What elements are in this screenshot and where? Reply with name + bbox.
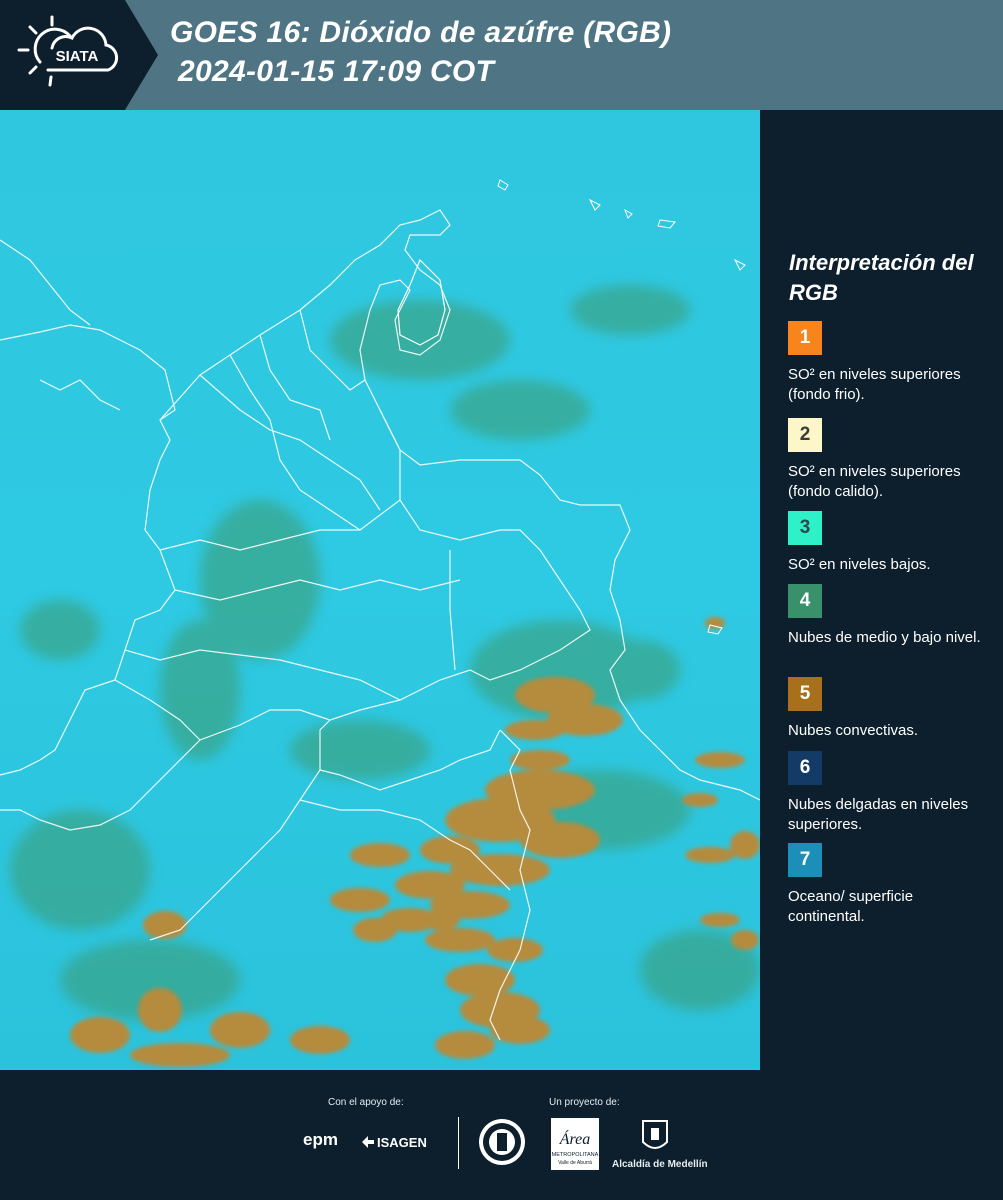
legend-swatch-2: 2 (788, 418, 822, 452)
gobernacion-seal (477, 1117, 527, 1172)
legend-item-5: 5 Nubes convectivas. (788, 677, 988, 741)
isagen-logo: ISAGEN (360, 1132, 440, 1157)
isagen-icon (362, 1136, 374, 1148)
legend-item-6: 6 Nubes delgadas en niveles superiores. (788, 751, 988, 835)
legend-item-7: 7 Oceano/ superficie continental. (788, 843, 988, 927)
legend-label-7: Oceano/ superficie continental. (788, 888, 914, 925)
legend-label-3: SO² en niveles bajos. (788, 556, 931, 573)
legend-label-4: Nubes de medio y bajo nivel. (788, 629, 981, 646)
header-bar: SIATA GOES 16: Dióxido de azúfre (RGB) 2… (0, 0, 1003, 110)
legend-swatch-5: 5 (788, 677, 822, 711)
support-label: Con el apoyo de: (328, 1097, 404, 1108)
page-title: GOES 16: Dióxido de azúfre (RGB) (170, 16, 672, 49)
legend-item-2: 2 SO² en niveles superiores (fondo calid… (788, 418, 988, 510)
footer-divider (458, 1117, 459, 1169)
legend-label-2: SO² en niveles superiores (fondo calido)… (788, 463, 961, 500)
project-label: Un proyecto de: (549, 1097, 620, 1108)
legend-swatch-7: 7 (788, 843, 822, 877)
legend-swatch-6: 6 (788, 751, 822, 785)
svg-text:METROPOLITANA: METROPOLITANA (552, 1152, 599, 1158)
legend-item-3: 3 SO² en niveles bajos. (788, 511, 988, 575)
alcaldia-label: Alcaldía de Medellín (612, 1159, 708, 1170)
siata-logo: SIATA (0, 0, 158, 110)
logo-text: SIATA (56, 48, 99, 65)
legend-swatch-1: 1 (788, 321, 822, 355)
legend-label-1: SO² en niveles superiores (fondo frio). (788, 366, 961, 403)
legend-swatch-4: 4 (788, 584, 822, 618)
legend-label-5: Nubes convectivas. (788, 722, 919, 739)
timestamp: 2024-01-15 17:09 COT (178, 55, 495, 88)
svg-text:ISAGEN: ISAGEN (377, 1135, 427, 1150)
footer: Con el apoyo de: Un proyecto de: epm ISA… (0, 1070, 1003, 1200)
legend-label-6: Nubes delgadas en niveles superiores. (788, 796, 969, 833)
legend-item-4: 4 Nubes de medio y bajo nivel. (788, 584, 988, 648)
satellite-map (0, 110, 760, 1070)
epm-logo: epm (303, 1130, 338, 1149)
medellin-crest (640, 1118, 670, 1161)
svg-text:Valle de Aburrá: Valle de Aburrá (558, 1160, 592, 1166)
legend-panel: Interpretación del RGB 1 SO² en niveles … (760, 110, 1003, 1070)
svg-text:Área: Área (559, 1129, 591, 1148)
legend-item-1: 1 SO² en niveles superiores (fondo frio)… (788, 321, 988, 405)
area-metropolitana-logo: Área METROPOLITANA Valle de Aburrá (551, 1118, 599, 1170)
legend-title: Interpretación del RGB (789, 250, 974, 305)
legend-swatch-3: 3 (788, 511, 822, 545)
